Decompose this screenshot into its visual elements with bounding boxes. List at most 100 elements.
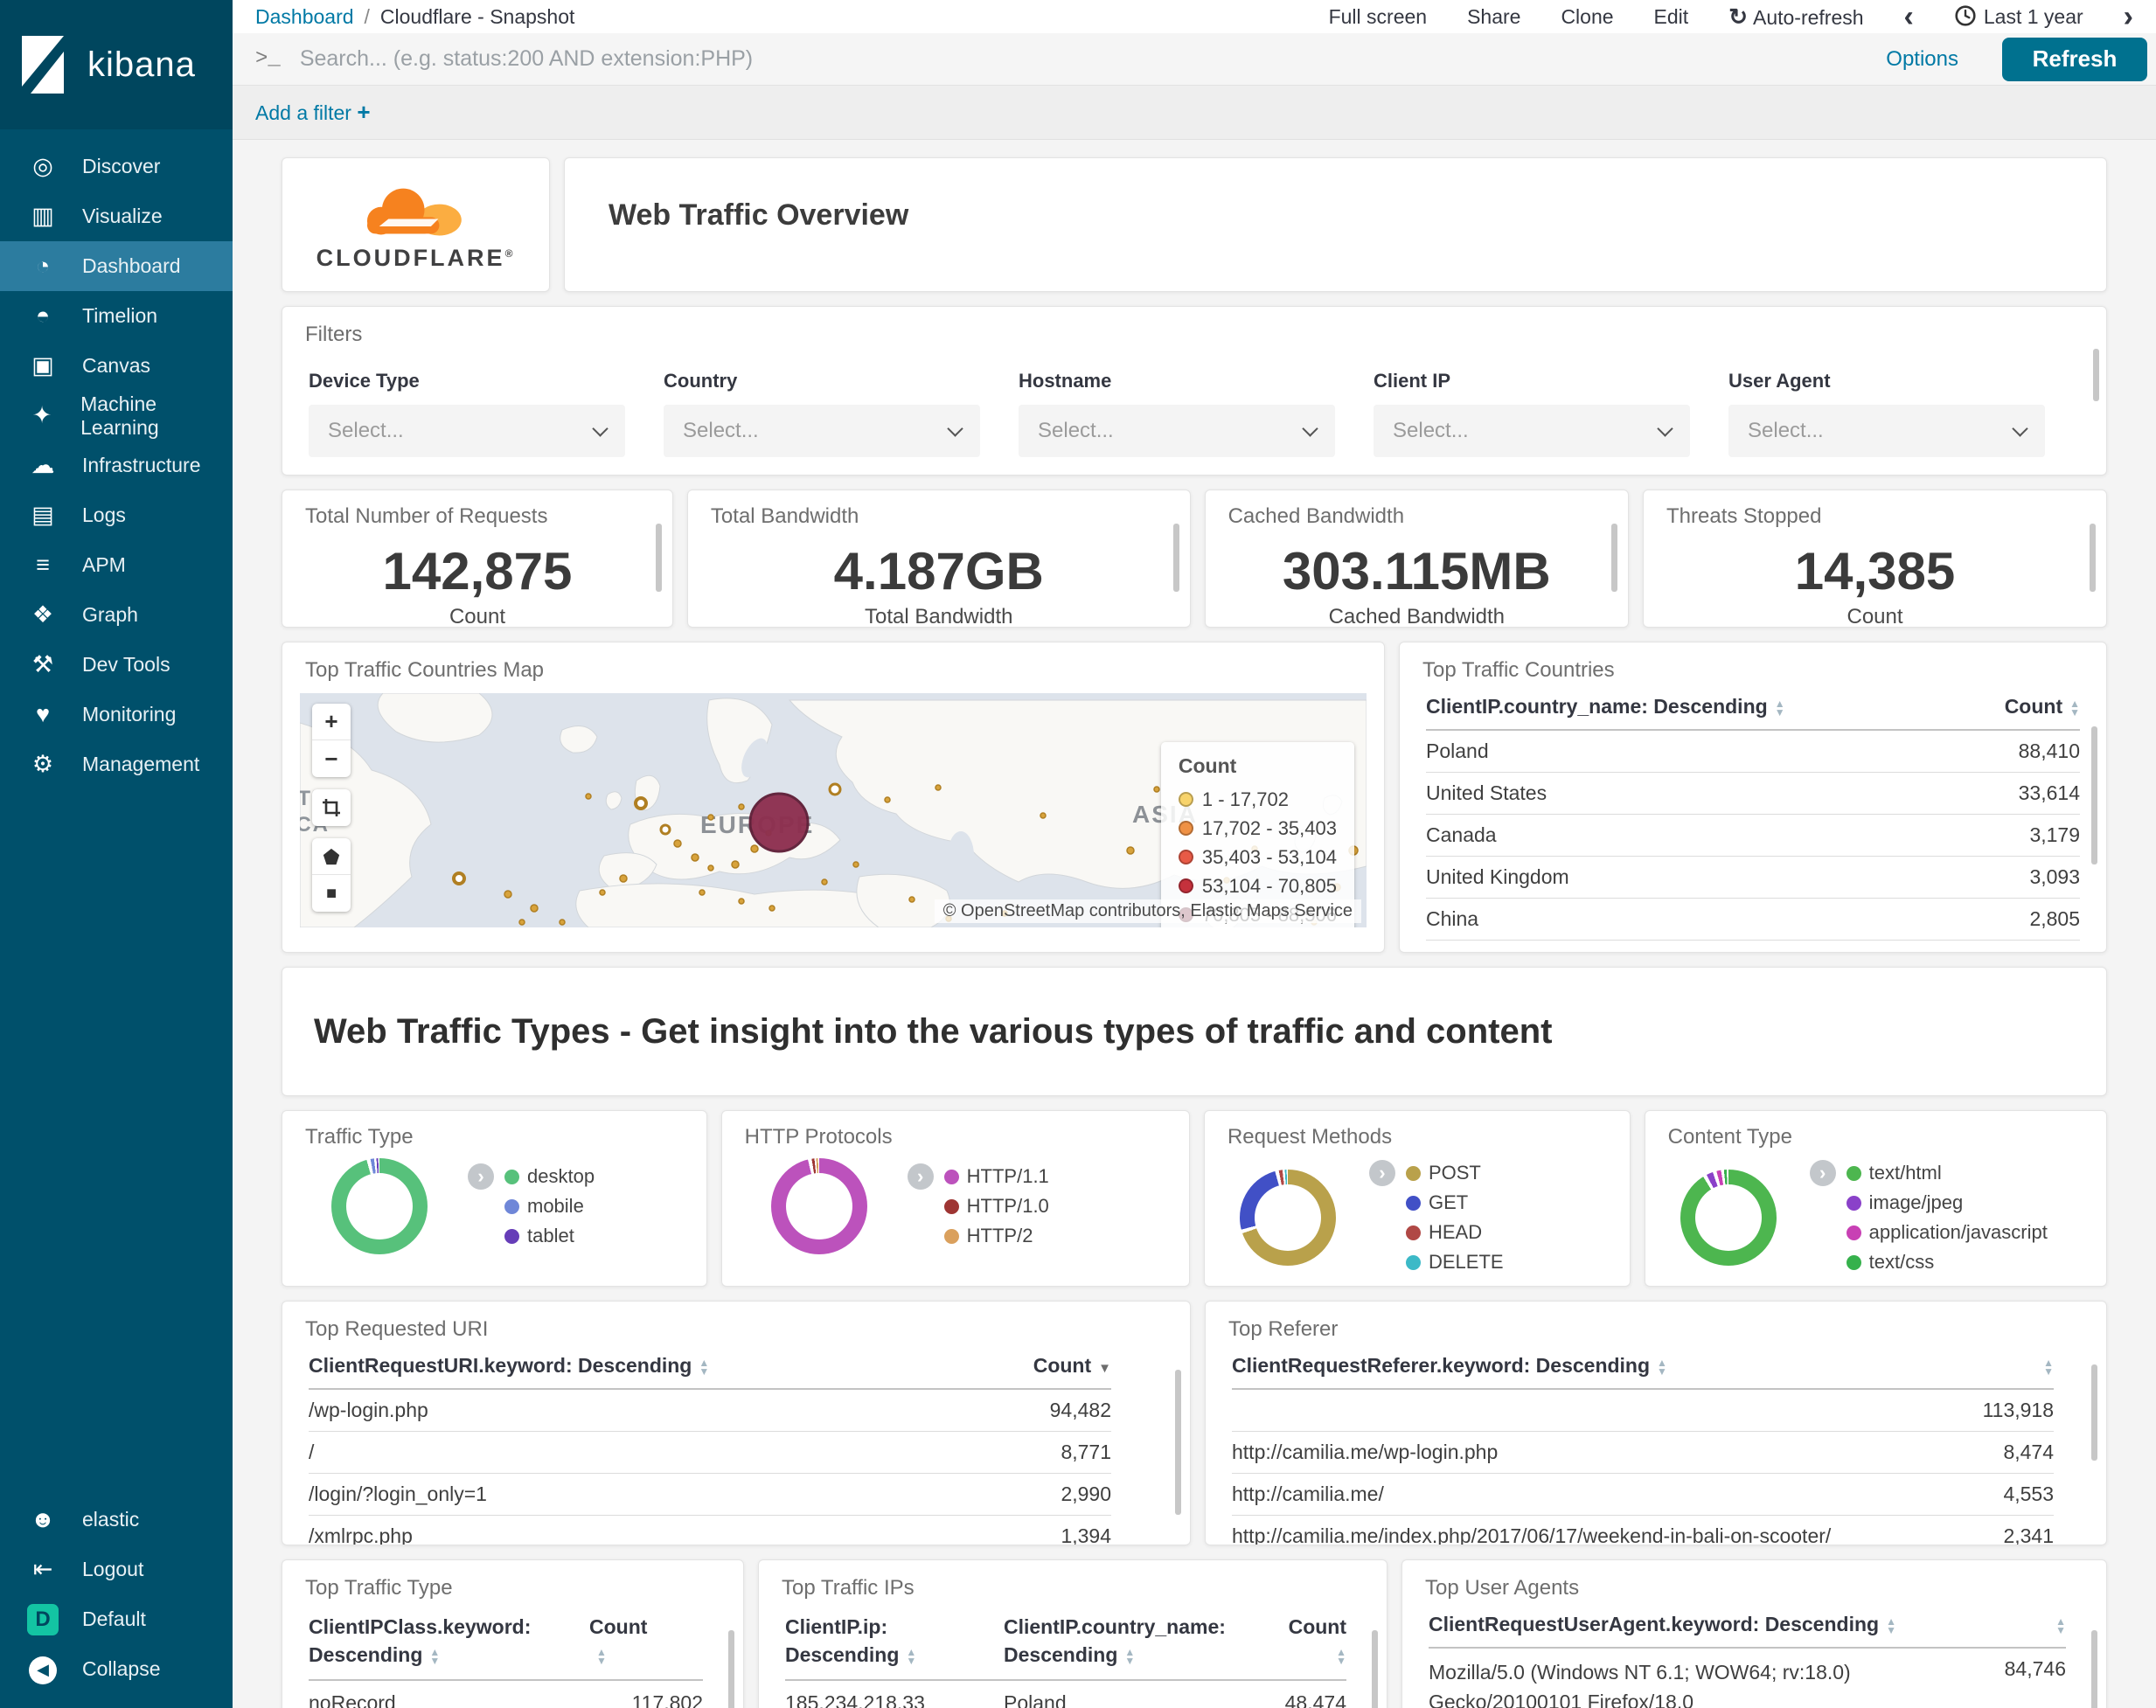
legend-expand-icon[interactable]: › (907, 1163, 934, 1190)
column-header[interactable]: ClientIP.ip: Descending ▲ ▼ (785, 1613, 1004, 1669)
sidebar-item-logout[interactable]: ⇤ Logout (0, 1545, 233, 1594)
sidebar-item-machine-learning[interactable]: ✦ Machine Learning (0, 391, 233, 441)
column-header[interactable]: Count ▲ ▼ (2005, 695, 2080, 719)
legend-item[interactable]: HTTP/1.1 (943, 1162, 1049, 1191)
add-filter-link[interactable]: Add a filter + (255, 99, 371, 126)
column-header[interactable]: Count ▲ ▼ (1248, 1613, 1346, 1669)
sidebar-item-timelion[interactable]: ◓ Timelion (0, 291, 233, 341)
map-draw-rect-button[interactable]: ■ (312, 875, 351, 912)
legend-expand-icon[interactable]: › (468, 1163, 494, 1190)
sidebar-item-visualize[interactable]: ▥ Visualize (0, 191, 233, 241)
map-zoom-out-button[interactable]: − (312, 740, 351, 777)
auto-refresh-button[interactable]: ↻ Auto-refresh (1728, 3, 1863, 31)
table-row[interactable]: http://camilia.me/wp-login.php 8,474 (1232, 1432, 2054, 1474)
table-row[interactable]: /login/?login_only=1 2,990 (309, 1474, 1111, 1516)
legend-item[interactable]: text/css (1846, 1247, 2048, 1277)
http-protocols-donut[interactable] (770, 1158, 867, 1254)
column-header[interactable]: ClientRequestUserAgent.keyword: Descendi… (1429, 1613, 1896, 1636)
table-row[interactable]: /xmlrpc.php 1,394 (309, 1516, 1111, 1545)
sidebar-item-space-default[interactable]: D Default (0, 1594, 233, 1644)
legend-item[interactable]: HEAD (1405, 1218, 1504, 1247)
table-row[interactable]: United Kingdom 3,093 (1426, 857, 2080, 899)
client-ip-select[interactable]: Select... (1374, 405, 1690, 457)
panel-scrollbar[interactable] (655, 524, 662, 592)
column-header[interactable]: ClientIP.country_name: Descending ▲ ▼ (1004, 1613, 1248, 1669)
share-button[interactable]: Share (1467, 5, 1520, 29)
search-input[interactable] (299, 46, 1867, 72)
sidebar-item-monitoring[interactable]: ♥ Monitoring (0, 690, 233, 739)
sidebar-item-graph[interactable]: ❖ Graph (0, 590, 233, 640)
sidebar-item-infrastructure[interactable]: ☁ Infrastructure (0, 441, 233, 490)
column-header[interactable]: ▲ ▼ (2036, 1354, 2054, 1378)
column-header[interactable]: ClientRequestReferer.keyword: Descending… (1232, 1354, 1667, 1378)
refresh-button[interactable]: Refresh (2002, 37, 2147, 81)
column-header[interactable]: ClientRequestURI.keyword: Descending ▲ ▼ (309, 1354, 709, 1378)
sidebar-item-management[interactable]: ⚙ Management (0, 739, 233, 789)
legend-item[interactable]: desktop (504, 1162, 595, 1191)
column-header[interactable]: Count ▲ ▼ (589, 1613, 703, 1669)
legend-item[interactable]: text/html (1846, 1158, 2048, 1188)
breadcrumb-dashboard[interactable]: Dashboard (255, 5, 354, 29)
legend-item[interactable]: POST (1405, 1158, 1504, 1188)
table-row[interactable]: Russia1,759 (1426, 941, 2080, 952)
sidebar-item-dev-tools[interactable]: ⚒ Dev Tools (0, 640, 233, 690)
table-row[interactable]: /8,771 (309, 1432, 1111, 1474)
sidebar-item-discover[interactable]: ◎ Discover (0, 142, 233, 191)
panel-scrollbar[interactable] (1372, 1630, 1378, 1708)
table-row[interactable]: http://camilia.me/4,553 (1232, 1474, 2054, 1516)
kibana-logo[interactable]: kibana (0, 0, 233, 129)
panel-scrollbar[interactable] (1175, 1370, 1181, 1515)
legend-item[interactable]: HTTP/1.0 (943, 1191, 1049, 1221)
time-range-picker[interactable]: Last 1 year (1954, 4, 2083, 29)
table-row[interactable]: China 2,805 (1426, 899, 2080, 941)
table-row[interactable]: United States 33,614 (1426, 773, 2080, 815)
legend-item[interactable]: image/jpeg (1846, 1188, 2048, 1218)
table-row[interactable]: http://camilia.me/index.php/2017/06/17/w… (1232, 1516, 2054, 1545)
legend-item[interactable]: DELETE (1405, 1247, 1504, 1277)
table-row[interactable]: /wp-login.php 94,482 (309, 1390, 1111, 1432)
table-row[interactable]: Canada 3,179 (1426, 815, 2080, 857)
panel-scrollbar[interactable] (2093, 349, 2099, 401)
panel-scrollbar[interactable] (1172, 524, 1179, 592)
edit-button[interactable]: Edit (1654, 5, 1689, 29)
world-map[interactable]: NORTH AMERICA EUROPE ASIA (300, 693, 1367, 927)
legend-item[interactable]: application/javascript (1846, 1218, 2048, 1247)
legend-item[interactable]: mobile (504, 1191, 595, 1221)
sidebar-item-canvas[interactable]: ▣ Canvas (0, 341, 233, 391)
map-draw-polygon-button[interactable] (312, 838, 351, 875)
clone-button[interactable]: Clone (1561, 5, 1613, 29)
panel-scrollbar[interactable] (1611, 524, 1618, 592)
legend-expand-icon[interactable]: › (1809, 1160, 1836, 1186)
legend-expand-icon[interactable]: › (1368, 1160, 1395, 1186)
table-row[interactable]: 113,918 (1232, 1390, 2054, 1432)
user-agent-select[interactable]: Select... (1728, 405, 2045, 457)
table-row[interactable]: Poland 88,410 (1426, 731, 2080, 773)
table-row[interactable]: noRecord 117,802 (309, 1681, 703, 1708)
column-header[interactable]: ▲ ▼ (2048, 1613, 2066, 1636)
sidebar-item-logs[interactable]: ▤ Logs (0, 490, 233, 540)
sidebar-item-dashboard[interactable]: ◔ Dashboard (0, 241, 233, 291)
column-header[interactable]: Count ▼ (1033, 1354, 1111, 1378)
panel-scrollbar[interactable] (2091, 1630, 2097, 1708)
table-row[interactable]: 185.234.218.33 Poland 48,474 (785, 1681, 1346, 1708)
device-type-select[interactable]: Select... (309, 405, 625, 457)
options-link[interactable]: Options (1886, 47, 1958, 72)
map-attribution[interactable]: © OpenStreetMap contributors, Elastic Ma… (934, 899, 1361, 923)
traffic-type-donut[interactable] (331, 1158, 428, 1254)
panel-scrollbar[interactable] (728, 1630, 734, 1708)
column-header[interactable]: ClientIP.country_name: Descending ▲ ▼ (1426, 695, 1785, 719)
table-row[interactable]: Mozilla/5.0 (Windows NT 6.1; WOW64; rv:1… (1429, 1649, 2066, 1708)
legend-item[interactable]: GET (1405, 1188, 1504, 1218)
panel-scrollbar[interactable] (2091, 1364, 2097, 1461)
content-type-donut[interactable] (1680, 1170, 1777, 1266)
fullscreen-button[interactable]: Full screen (1329, 5, 1427, 29)
country-select[interactable]: Select... (664, 405, 980, 457)
legend-item[interactable]: HTTP/2 (943, 1221, 1049, 1251)
map-crop-button[interactable] (312, 789, 351, 826)
time-forward-button[interactable]: › (2124, 2, 2133, 31)
panel-scrollbar[interactable] (2090, 524, 2096, 592)
sidebar-item-collapse[interactable]: ◀ Collapse (0, 1644, 233, 1694)
column-header[interactable]: ClientIPClass.keyword: Descending ▲ ▼ (309, 1613, 589, 1669)
panel-scrollbar[interactable] (2091, 726, 2097, 864)
request-methods-donut[interactable] (1239, 1170, 1336, 1266)
